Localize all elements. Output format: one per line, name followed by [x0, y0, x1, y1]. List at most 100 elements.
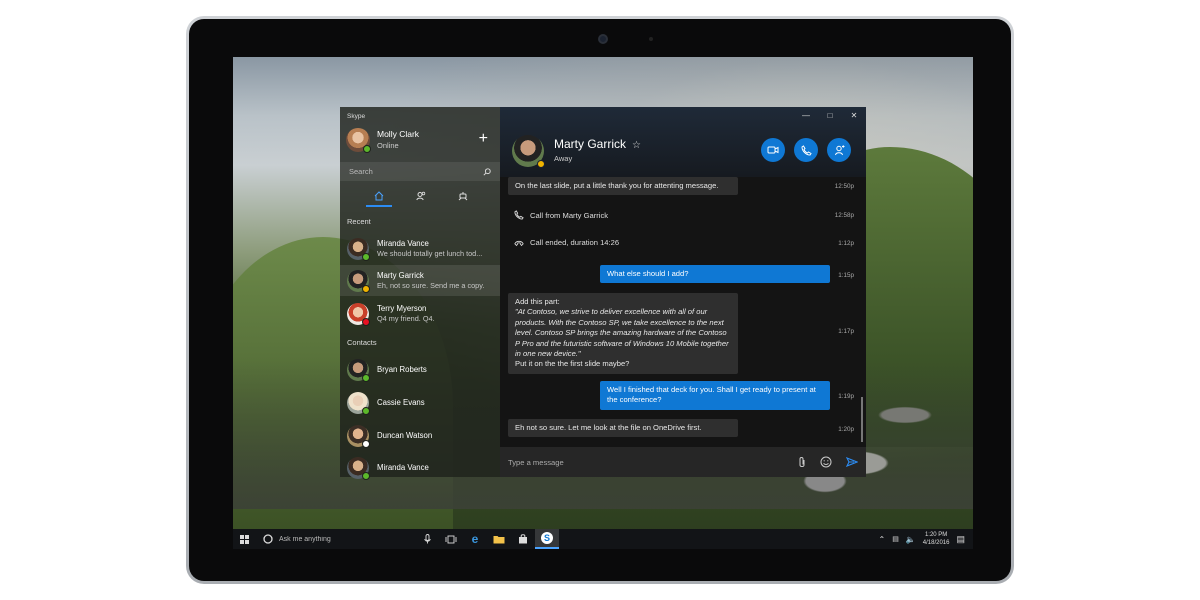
incoming-message: Add this part: "At Contoso, we strive to…: [508, 293, 738, 374]
recent-item[interactable]: Terry Myerson Q4 my friend. Q4.: [340, 298, 500, 329]
contacts-heading: Contacts: [347, 338, 377, 347]
contact-name: Miranda Vance: [377, 238, 429, 248]
store-button[interactable]: [511, 529, 535, 549]
tab-bots[interactable]: [450, 187, 476, 207]
contact-avatar: [347, 391, 370, 415]
conversation-contact[interactable]: Marty Garrick ☆ Away: [512, 135, 641, 168]
contact-name: Cassie Evans: [377, 397, 425, 407]
phone-icon: [514, 210, 524, 220]
favorite-star-icon[interactable]: ☆: [632, 140, 641, 151]
message-time: 1:15p: [838, 272, 854, 279]
file-explorer-button[interactable]: [487, 529, 511, 549]
message-time: 1:17p: [838, 328, 854, 335]
call-event-text: Call from Marty Garrick: [530, 210, 609, 220]
minimize-icon[interactable]: —: [794, 107, 818, 123]
message-preview: Q4 my friend. Q4.: [377, 313, 435, 323]
contact-item[interactable]: Cassie Evans: [340, 387, 500, 418]
conversation-avatar[interactable]: [512, 135, 545, 168]
attach-paperclip-icon[interactable]: [798, 456, 806, 468]
taskbar: e S ⌃ ▤ 🔈 1:20 PM 4/18/2016 ▤: [233, 529, 973, 549]
message-input[interactable]: [508, 457, 798, 467]
contact-item[interactable]: Bryan Roberts: [340, 354, 500, 385]
contact-item[interactable]: Duncan Watson: [340, 420, 500, 451]
contact-avatar: [347, 358, 370, 382]
skype-sidebar: Skype Molly Clark Online + Recent: [340, 107, 500, 480]
skype-taskbar-button[interactable]: S: [535, 529, 559, 549]
recent-item[interactable]: Miranda Vance We should totally get lunc…: [340, 233, 500, 264]
taskbar-apps: e S: [415, 529, 559, 549]
notifications-icon[interactable]: ▤: [956, 534, 965, 545]
skype-logo-icon: S: [541, 532, 553, 544]
online-status-dot: [362, 252, 370, 261]
message-preview: We should totally get lunch tod...: [377, 248, 483, 258]
edge-browser-icon: e: [471, 532, 479, 546]
message-list[interactable]: On the last slide, put a little thank yo…: [500, 177, 866, 447]
cortana-search[interactable]: [255, 529, 415, 549]
microphone-button[interactable]: [415, 529, 439, 549]
store-bag-icon: [519, 534, 527, 544]
emoji-icon[interactable]: [820, 456, 832, 468]
phone-icon: [800, 144, 812, 156]
tablet-device: Skype Molly Clark Online + Recent: [186, 16, 1014, 584]
hang-up-icon: [514, 240, 524, 246]
contact-name: Miranda Vance: [377, 462, 429, 472]
call-event: Call from Marty Garrick: [514, 210, 608, 220]
contact-avatar: [347, 456, 370, 480]
speaker-icon[interactable]: 🔈: [906, 535, 916, 544]
contact-avatar: [347, 237, 370, 261]
chevron-up-icon[interactable]: ⌃: [878, 535, 885, 544]
contact-item[interactable]: Miranda Vance: [340, 452, 500, 483]
clock[interactable]: 1:20 PM 4/18/2016: [923, 531, 950, 547]
conversation-name: Marty Garrick: [554, 136, 626, 151]
windows-logo-icon: [239, 534, 249, 544]
network-icon[interactable]: ▤: [892, 535, 899, 543]
task-view-button[interactable]: [439, 529, 463, 549]
profile-name: Molly Clark: [377, 129, 420, 139]
new-conversation-plus-icon[interactable]: +: [479, 131, 488, 147]
message-time: 12:58p: [834, 212, 854, 219]
away-status-dot: [537, 160, 545, 168]
add-person-icon: [834, 144, 844, 155]
tablet-bezel: Skype Molly Clark Online + Recent: [189, 19, 1011, 581]
online-status-dot: [363, 145, 371, 153]
system-tray: ⌃ ▤ 🔈 1:20 PM 4/18/2016 ▤: [878, 529, 973, 549]
search-icon[interactable]: [483, 167, 491, 176]
app-title: Skype: [347, 113, 366, 120]
search-input[interactable]: [349, 167, 469, 176]
outgoing-message: Well I finished that deck for you. Shall…: [600, 381, 830, 410]
compose-bar: [500, 447, 866, 477]
send-icon[interactable]: [846, 457, 858, 467]
online-status-dot: [362, 373, 370, 382]
close-icon[interactable]: ✕: [842, 107, 866, 123]
contact-avatar: [347, 424, 370, 448]
message-time: 1:19p: [838, 393, 854, 400]
cortana-search-input[interactable]: [279, 535, 389, 543]
light-sensor: [649, 37, 653, 41]
profile-status: Online: [377, 141, 399, 150]
task-view-icon: [445, 535, 457, 543]
contact-avatar: [347, 269, 370, 293]
busy-status-dot: [362, 317, 370, 326]
profile[interactable]: Molly Clark Online: [346, 128, 420, 153]
maximize-icon[interactable]: □: [818, 107, 842, 123]
call-event-text: Call ended, duration 14:26: [530, 238, 620, 247]
tab-contacts[interactable]: [408, 187, 434, 207]
recent-item[interactable]: Marty Garrick Eh, not so sure. Send me a…: [340, 265, 500, 296]
folder-icon: [493, 535, 505, 543]
search-box[interactable]: [340, 162, 500, 181]
outgoing-message: What else should I add?: [600, 265, 830, 284]
edge-button[interactable]: e: [463, 529, 487, 549]
add-people-button[interactable]: [827, 138, 851, 162]
start-button[interactable]: [233, 529, 255, 549]
video-call-button[interactable]: [761, 138, 785, 162]
conversation-status: Away: [554, 153, 573, 163]
chat-scrollbar[interactable]: [861, 397, 863, 442]
tab-home[interactable]: [366, 187, 392, 207]
message-time: 12:50p: [834, 183, 854, 190]
profile-avatar[interactable]: [346, 128, 371, 153]
online-status-dot: [362, 471, 370, 480]
contact-name: Duncan Watson: [377, 430, 433, 440]
audio-call-button[interactable]: [794, 138, 818, 162]
contact-name: Terry Myerson: [377, 303, 427, 313]
microphone-icon: [423, 534, 431, 544]
